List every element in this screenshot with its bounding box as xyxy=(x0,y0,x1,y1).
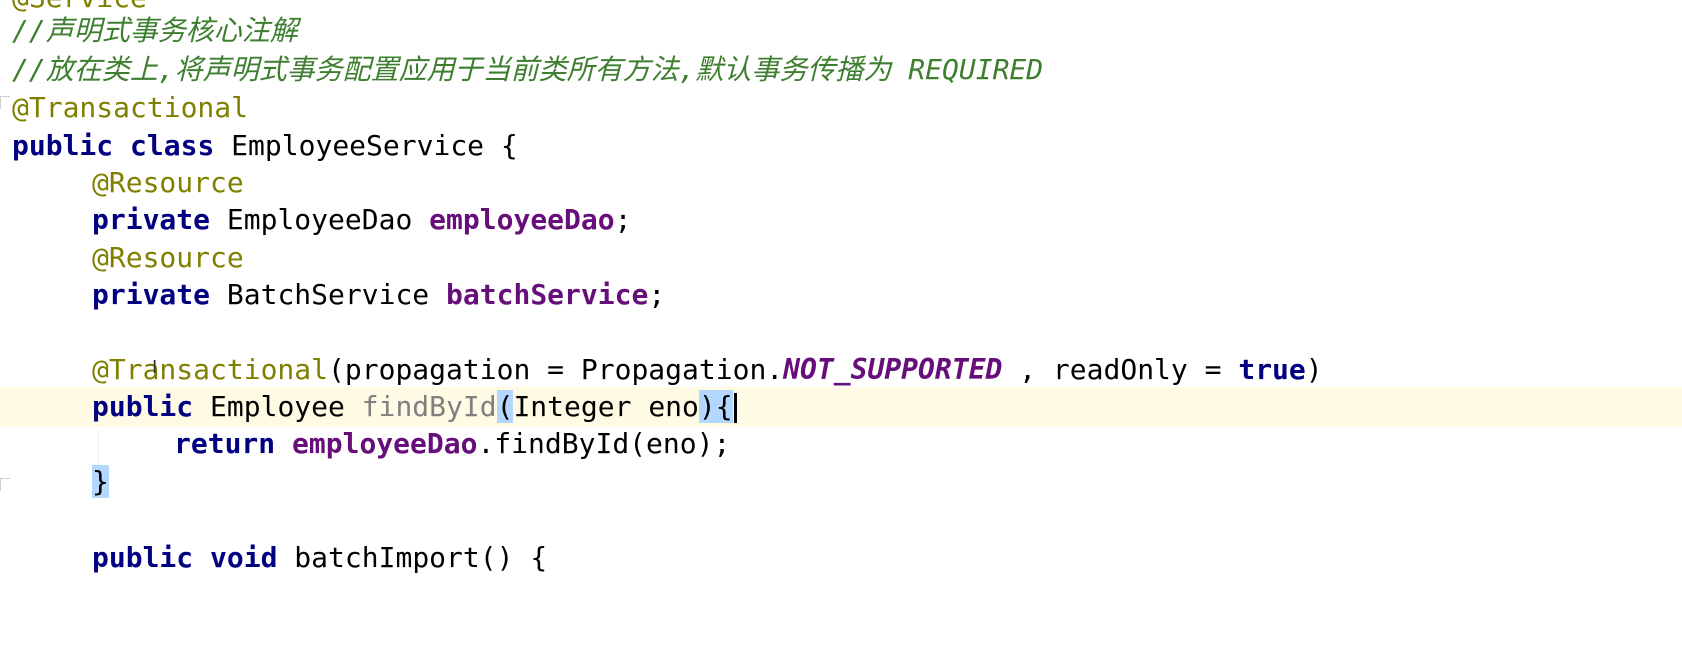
code-editor[interactable]: @Service //声明式事务核心注解 //放在类上,将声明式事务配置应用于当… xyxy=(0,0,1682,590)
line-content: public class EmployeeService { xyxy=(12,126,518,166)
code-token: public xyxy=(92,541,194,574)
line-content: private EmployeeDao employeeDao; xyxy=(92,200,631,240)
code-token: employeeDao xyxy=(292,427,478,460)
line-content: public Employee findById(Integer eno){ xyxy=(92,387,737,427)
code-line[interactable]: @Transactional xyxy=(0,88,1682,128)
line-content: private BatchService batchService; xyxy=(92,275,665,315)
code-token: EmployeeService { xyxy=(214,129,518,162)
line-content: return employeeDao.findById(eno); xyxy=(174,424,730,464)
code-token: BatchService xyxy=(210,278,447,311)
line-content: //声明式事务核心注解 xyxy=(12,11,298,51)
code-line[interactable]: @Resource xyxy=(0,163,1682,203)
code-token: Integer eno xyxy=(513,390,699,423)
code-token: findById xyxy=(361,390,497,423)
code-token: ) xyxy=(698,390,716,423)
text-caret xyxy=(733,393,737,423)
code-token: @Transactional xyxy=(92,353,329,386)
line-content: //放在类上,将声明式事务配置应用于当前类所有方法,默认事务传播为 REQUIR… xyxy=(12,50,1043,90)
code-token: public xyxy=(92,390,194,423)
code-token: ) xyxy=(1305,353,1323,386)
line-content: public void batchImport() { xyxy=(92,538,547,578)
code-line[interactable]: public void batchImport() { xyxy=(0,538,1682,578)
line-content: @Transactional(propagation = Propagation… xyxy=(92,350,1323,390)
code-token: } xyxy=(92,465,109,498)
code-token: private xyxy=(92,278,211,311)
code-token: batchImport() { xyxy=(277,541,548,574)
code-token: batchService xyxy=(446,278,649,311)
code-token: private xyxy=(92,203,211,236)
line-content: @Transactional xyxy=(12,88,248,128)
code-line[interactable]: private BatchService batchService; xyxy=(0,275,1682,315)
code-token: public xyxy=(12,129,114,162)
code-token: NOT_SUPPORTED xyxy=(783,353,1003,386)
code-token: (propagation = Propagation. xyxy=(328,353,784,386)
line-content: @Resource xyxy=(92,163,244,203)
code-token: , readOnly = xyxy=(1002,353,1239,386)
code-token: return xyxy=(174,427,276,460)
code-line[interactable]: public class EmployeeService { xyxy=(0,126,1682,166)
line-content: @Resource xyxy=(92,238,244,278)
code-token: ; xyxy=(614,203,632,236)
code-token: //放在类上,将声明式事务配置应用于当前类所有方法,默认事务传播为 REQUIR… xyxy=(12,53,1044,86)
mouse-cursor-icon: I xyxy=(152,357,158,378)
code-line[interactable]: @Resource xyxy=(0,238,1682,278)
code-token: @Resource xyxy=(92,241,244,274)
code-token: void xyxy=(210,541,278,574)
code-line[interactable]: //声明式事务核心注解 xyxy=(0,11,1682,51)
code-line[interactable]: //放在类上,将声明式事务配置应用于当前类所有方法,默认事务传播为 REQUIR… xyxy=(0,50,1682,90)
code-token: ( xyxy=(496,390,514,423)
code-token: //声明式事务核心注解 xyxy=(12,14,298,47)
code-line[interactable]: return employeeDao.findById(eno); xyxy=(0,424,1682,464)
line-content: } xyxy=(92,462,109,502)
code-token: class xyxy=(130,129,215,162)
code-token: employeeDao xyxy=(429,203,615,236)
code-token: Employee xyxy=(193,390,362,423)
code-line[interactable]: } xyxy=(0,462,1682,502)
code-line[interactable]: @Transactional(propagation = Propagation… xyxy=(0,350,1682,390)
code-token: @Resource xyxy=(92,166,244,199)
code-token: @Transactional xyxy=(12,91,249,124)
current-code-line[interactable]: public Employee findById(Integer eno){ xyxy=(0,387,1682,427)
code-token: .findById(eno); xyxy=(477,427,731,460)
code-line[interactable]: private EmployeeDao employeeDao; xyxy=(0,200,1682,240)
code-token: EmployeeDao xyxy=(210,203,430,236)
code-token: ; xyxy=(648,278,666,311)
code-token: true xyxy=(1238,353,1306,386)
code-token: { xyxy=(715,390,733,423)
